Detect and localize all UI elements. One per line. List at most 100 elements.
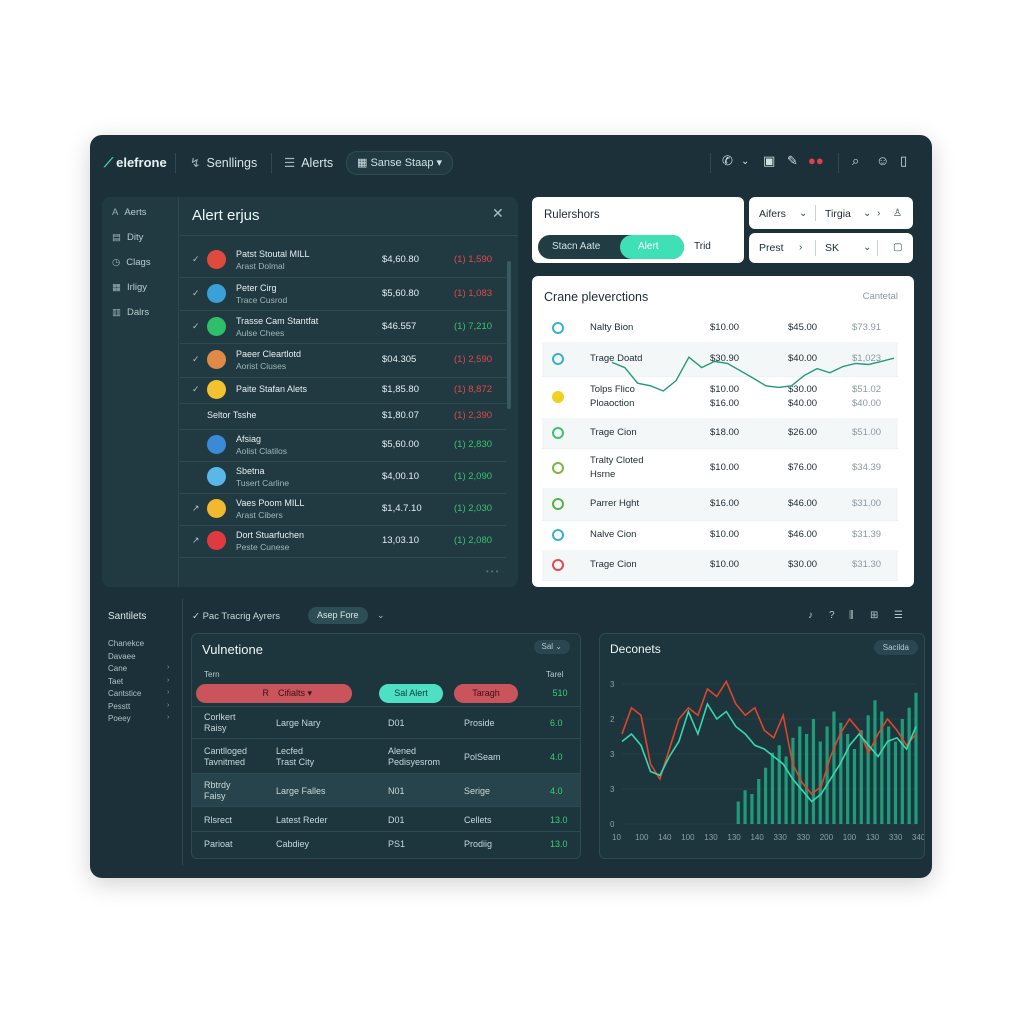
phone-icon[interactable]: ✆: [722, 153, 733, 169]
lock-icon[interactable]: ▯: [900, 153, 907, 169]
check-icon[interactable]: ↗: [192, 535, 200, 546]
menu-icon[interactable]: ☰: [894, 610, 903, 621]
chart-table-subtitle[interactable]: Cantetal: [863, 291, 898, 302]
table-row[interactable]: Parioat Cabdiey PS1 Prodiig 13.0: [192, 831, 580, 856]
alert-row[interactable]: ✓ Trasse Cam Stantfat Aulse Chees $46.557 (1…: [180, 310, 506, 344]
alert-subtitle: Aulse Chees: [236, 327, 285, 338]
tag-chip[interactable]: Cifialts ▾: [268, 684, 352, 703]
filter-value[interactable]: SK: [825, 242, 839, 254]
filter-label[interactable]: Prest: [759, 242, 784, 254]
check-icon[interactable]: ✓: [192, 354, 200, 365]
nav-alerts[interactable]: ☰ Alerts: [284, 155, 333, 170]
chevron-right-icon[interactable]: ›: [167, 702, 169, 709]
help-icon[interactable]: ?: [829, 610, 835, 621]
scrollbar[interactable]: [507, 261, 511, 409]
x-tick-label: 330: [889, 833, 903, 842]
sidebar-item-clags[interactable]: ◷ Clags: [112, 257, 151, 268]
segment-right-label[interactable]: Alert: [638, 241, 659, 252]
sidebar-item[interactable]: Davaee: [108, 652, 136, 661]
chart-table-row[interactable]: Trage Cion $18.00 $26.00 $51.00: [542, 418, 898, 449]
chevron-down-icon[interactable]: ⌄: [741, 156, 749, 167]
row-name: Tralty Cloted: [590, 455, 644, 466]
rules-segmented-control[interactable]: Stacn Aate Alert: [538, 235, 684, 259]
sidebar-item-dalrs[interactable]: ▥ Dalrs: [112, 307, 149, 318]
chart-table-row[interactable]: Trage Cion $10.00 $30.00 $31.30: [542, 550, 898, 581]
table-row[interactable]: Rlsrect Latest Reder D01 Cellets 13.0: [192, 806, 580, 832]
chevron-right-icon[interactable]: ›: [167, 689, 169, 696]
brand-logo[interactable]: ⟋ elefrone: [104, 155, 167, 171]
table-row[interactable]: Rbtrdy Faisy Large Falles N01 Serige 4.0: [192, 773, 580, 807]
tag-chip[interactable]: Sal Alert: [379, 684, 443, 703]
chart-table-row[interactable]: Trage Doatd $30.90 $40.00 $1,023: [542, 342, 898, 377]
workspace-dropdown[interactable]: ▦ Sanse Staap ▾: [346, 151, 454, 175]
check-icon[interactable]: ✓: [192, 321, 200, 332]
filter-select-1[interactable]: Aifers ⌄ Tirgia ⌄ › ♙: [749, 197, 913, 229]
user-icon[interactable]: ☺: [876, 153, 889, 168]
chart-icon[interactable]: ⫼: [849, 610, 854, 621]
segment-tail-label[interactable]: Trid: [694, 241, 711, 252]
clipboard-icon[interactable]: ▢: [893, 242, 902, 253]
alert-row[interactable]: ↗ Vaes Poom MILL Arast Cibers $1,4.7.10 (1) …: [180, 493, 506, 526]
filter-label[interactable]: Aifers: [759, 208, 786, 220]
tag-chip[interactable]: Taragh: [454, 684, 518, 703]
chart-table-row[interactable]: Nalty Bion $10.00 $45.00 $73.91: [542, 314, 898, 343]
alert-row[interactable]: Sbetna Tusert Carline $4,00.10 (1) 2,090: [180, 461, 506, 494]
table-row[interactable]: Corlkert Raisy Large Nary D01 Proside 6.0: [192, 706, 580, 739]
alert-row[interactable]: Afsiag Aolist Clatilos $5,60.00 (1) 2,830: [180, 429, 506, 462]
bar: [873, 700, 877, 824]
sidebar-item-irligy[interactable]: ▦ Irligy: [112, 282, 147, 293]
chevron-right-icon[interactable]: ›: [167, 664, 169, 671]
chevron-right-icon[interactable]: ›: [167, 714, 169, 721]
alert-subtitle: Peste Cunese: [236, 542, 290, 552]
microphone-icon[interactable]: ♪: [808, 610, 813, 621]
sidebar-item[interactable]: Pesstt: [108, 702, 130, 711]
sidebar-item-dity[interactable]: ▤ Dity: [112, 232, 143, 243]
chevron-down-icon[interactable]: ⌄: [377, 610, 385, 621]
sidebar-item[interactable]: Taet: [108, 677, 123, 686]
alert-row[interactable]: ↗ Dort Stuarfuchen Peste Cunese 13,03.10 (1)…: [180, 525, 506, 558]
chevron-down-icon[interactable]: ⌄: [863, 242, 871, 253]
filter-toggle[interactable]: ✓ Pac Tracrig Ayrers: [192, 611, 280, 622]
divider: [838, 153, 839, 173]
segment-left-label[interactable]: Stacn Aate: [552, 241, 600, 252]
vulnerabilities-select[interactable]: Sal ⌄: [533, 640, 570, 654]
check-icon[interactable]: ↗: [192, 503, 200, 514]
nav-settings[interactable]: ↯ Senllings: [190, 155, 257, 170]
chart-table-row[interactable]: Nalve Cion $10.00 $46.00 $31.39: [542, 520, 898, 551]
chart-table-row[interactable]: Tolps Flico Ploaoction $10.00 $30.00 $51.02 $…: [542, 376, 898, 419]
check-icon[interactable]: ✓: [192, 288, 200, 299]
user-icon[interactable]: ♙: [893, 208, 902, 219]
check-icon[interactable]: ✓: [192, 254, 200, 265]
table-row[interactable]: Cantlloged Tavnitmed Lecfed Trast City Alene…: [192, 738, 580, 774]
sidebar-item[interactable]: Chanekce: [108, 639, 144, 648]
notification-icon[interactable]: ●●: [808, 153, 824, 168]
table-cell: Rbtrdy: [204, 779, 231, 790]
chevron-down-icon[interactable]: ⌄: [799, 208, 807, 219]
sidebar-item[interactable]: Cane: [108, 664, 127, 673]
alert-row[interactable]: ✓ Paite Stafan Alets $1,85.80 (1) 8,872: [180, 377, 506, 404]
chevron-right-icon[interactable]: ›: [877, 208, 880, 219]
search-icon[interactable]: ⌕: [852, 153, 859, 169]
table-cell: Serige: [464, 785, 491, 796]
filter-select-2[interactable]: Prest › SK ⌄ ▢: [749, 233, 913, 263]
sidebar-item-alerts[interactable]: A Aerts: [112, 207, 147, 218]
pen-icon[interactable]: ✎: [787, 153, 798, 169]
chevron-right-icon[interactable]: ›: [799, 242, 802, 253]
filter-value[interactable]: Tirgia: [825, 208, 851, 220]
alert-row[interactable]: ✓ Paeer Cleartlotd Aorist Ciuses $04.305 (1)…: [180, 343, 506, 378]
chart-table-row[interactable]: Parrer Hght $16.00 $46.00 $31.00: [542, 488, 898, 521]
sidebar-item[interactable]: Cantstice: [108, 689, 141, 698]
close-icon[interactable]: ✕: [492, 205, 504, 222]
alert-row[interactable]: ✓ Patst Stoutal MILL Arast Dolmal $4,60.80 (…: [180, 243, 506, 278]
chevron-down-icon[interactable]: ⌄: [863, 208, 871, 219]
sidebar-item[interactable]: Poeey: [108, 714, 131, 723]
alert-row[interactable]: ✓ Peter Cirg Trace Cusrod $5,60.80 (1) 1,083: [180, 277, 506, 311]
pagination-dots[interactable]: •••: [486, 567, 500, 576]
alert-row[interactable]: Seltor Tsshe $1,80.07 (1) 2,390: [180, 403, 506, 430]
calendar-icon[interactable]: ▣: [763, 153, 775, 169]
add-icon[interactable]: ⊞: [870, 610, 878, 621]
chevron-right-icon[interactable]: ›: [167, 677, 169, 684]
chart-table-row[interactable]: Tralty Cloted Hsrne $10.00 $76.00 $34.39: [542, 448, 898, 489]
filter-pill[interactable]: Asep Fore: [308, 607, 368, 624]
check-icon[interactable]: ✓: [192, 384, 200, 395]
